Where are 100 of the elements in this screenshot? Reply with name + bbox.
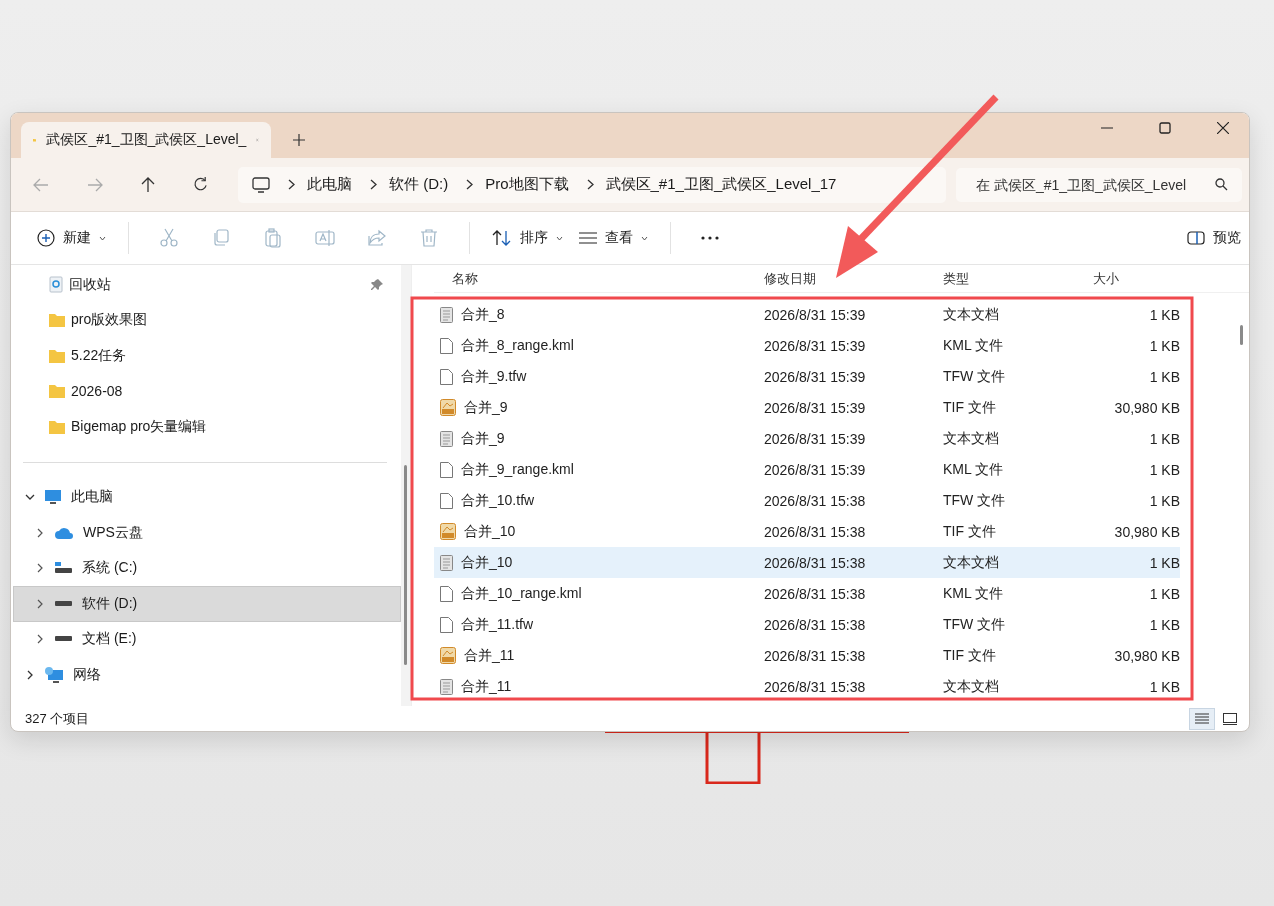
- network-icon: [45, 666, 63, 683]
- search-field[interactable]: 在 武侯区_#1_卫图_武侯区_Level: [956, 167, 1242, 202]
- tree-item[interactable]: 网络: [11, 657, 401, 693]
- document-icon: [440, 554, 453, 571]
- tree-item[interactable]: WPS云盘: [11, 515, 401, 551]
- breadcrumb[interactable]: 武侯区_#1_卫图_武侯区_Level_17: [605, 175, 837, 194]
- sidebar-item[interactable]: 回收站: [11, 267, 401, 303]
- type-cell-text: 文本文档: [943, 553, 1000, 572]
- column-header[interactable]: 名称: [434, 269, 764, 288]
- breadcrumb[interactable]: 此电脑: [307, 175, 352, 194]
- new-tab-icon[interactable]: [293, 134, 305, 146]
- file-icon: [440, 461, 453, 478]
- file-row[interactable]: 合并_9.tfw 2026/8/31 15:39 TFW 文件 1 KB: [434, 361, 1180, 392]
- type-cell-text: KML 文件: [943, 460, 1005, 479]
- file-row[interactable]: 合并_9 2026/8/31 15:39 TIF 文件 30,980 KB: [434, 392, 1180, 423]
- file-row[interactable]: 合并_10.tfw 2026/8/31 15:38 TFW 文件 1 KB: [434, 485, 1180, 516]
- file-name: 合并_9: [461, 429, 505, 448]
- folder-icon: [49, 348, 65, 363]
- file-row[interactable]: 合并_9_range.kml 2026/8/31 15:39 KML 文件 1 KB: [434, 454, 1180, 485]
- file-name: 合并_11: [461, 677, 512, 696]
- file-row[interactable]: 合并_9 2026/8/31 15:39 文本文档 1 KB: [434, 423, 1180, 454]
- date-cell-text: 2026/8/31 15:38: [764, 647, 867, 664]
- sidebar-item[interactable]: Bigemap pro矢量编辑: [11, 409, 401, 445]
- breadcrumb[interactable]: 软件 (D:): [389, 175, 449, 194]
- chevron-icon: [288, 179, 295, 190]
- file-row[interactable]: 合并_8_range.kml 2026/8/31 15:39 KML 文件 1 KB: [434, 330, 1180, 361]
- file-icon: [440, 616, 453, 633]
- view-button[interactable]: 查看: [571, 223, 656, 253]
- column-header[interactable]: 大小: [1093, 269, 1180, 288]
- scrollbar-thumb[interactable]: [1240, 325, 1243, 345]
- file-name: 合并_8_range.kml: [461, 336, 574, 355]
- file-row[interactable]: 合并_10 2026/8/31 15:38 TIF 文件 30,980 KB: [434, 516, 1180, 547]
- size-cell-text: 1 KB: [1148, 368, 1180, 385]
- maximize-icon[interactable]: [1159, 122, 1171, 134]
- drive-icon: [55, 562, 72, 575]
- date-cell-text: 2026/8/31 15:39: [764, 461, 867, 478]
- date-cell-text: 2026/8/31 15:39: [764, 368, 867, 385]
- file-row[interactable]: 合并_10_range.kml 2026/8/31 15:38 KML 文件 1 KB: [434, 578, 1180, 609]
- type-cell-text: KML 文件: [943, 336, 1005, 355]
- date-cell-text: 2026/8/31 15:38: [764, 523, 867, 540]
- size-cell-text: 30,980 KB: [1113, 647, 1180, 664]
- type-cell-text: TFW 文件: [943, 367, 1007, 386]
- breadcrumb[interactable]: Pro地图下载: [485, 175, 569, 194]
- file-row[interactable]: 合并_11 2026/8/31 15:38 文本文档 1 KB: [434, 671, 1180, 702]
- size-cell-text: 1 KB: [1148, 585, 1180, 602]
- chevron-icon[interactable]: [35, 527, 45, 538]
- window-tab[interactable]: 武侯区_#1_卫图_武侯区_Level_: [21, 122, 271, 158]
- folder-icon: [49, 419, 65, 434]
- scrollbar-thumb[interactable]: [404, 465, 407, 665]
- column-header[interactable]: 类型: [943, 269, 1093, 288]
- refresh-icon[interactable]: [193, 177, 208, 192]
- chevron-icon[interactable]: [25, 669, 35, 680]
- up-icon[interactable]: [141, 176, 155, 193]
- caret-icon: [641, 235, 648, 241]
- file-name: 合并_9_range.kml: [461, 460, 574, 479]
- type-cell-text: 文本文档: [943, 305, 1000, 324]
- sidebar-item[interactable]: pro版效果图: [11, 302, 401, 338]
- folder-icon: [49, 313, 65, 328]
- file-icon: [440, 492, 453, 509]
- file-name: 合并_9.tfw: [461, 367, 527, 386]
- date-cell-text: 2026/8/31 15:38: [764, 554, 867, 571]
- tree-item[interactable]: 此电脑: [11, 479, 401, 515]
- tree-item[interactable]: 系统 (C:): [11, 550, 401, 586]
- type-cell-text: TFW 文件: [943, 491, 1007, 510]
- close-icon[interactable]: [1217, 122, 1229, 134]
- date-cell-text: 2026/8/31 15:38: [764, 492, 867, 509]
- preview-button[interactable]: 预览: [1179, 223, 1249, 253]
- type-cell-text: TIF 文件: [943, 398, 997, 417]
- caret-icon: [99, 235, 106, 241]
- file-row[interactable]: 合并_11 2026/8/31 15:38 TIF 文件 30,980 KB: [434, 640, 1180, 671]
- date-cell-text: 2026/8/31 15:39: [764, 399, 867, 416]
- drive-icon: [55, 636, 72, 643]
- search-input[interactable]: 在 武侯区_#1_卫图_武侯区_Level: [974, 175, 1215, 194]
- file-icon: [440, 585, 453, 602]
- chevron-icon[interactable]: [35, 598, 45, 609]
- file-row[interactable]: 合并_8 2026/8/31 15:39 文本文档 1 KB: [434, 299, 1180, 330]
- column-header[interactable]: 修改日期: [764, 269, 943, 288]
- monitor-icon: [252, 176, 270, 193]
- address-bar[interactable]: 此电脑 软件 (D:) Pro地图下载 武侯区_#1_卫图_武侯区_Level_17: [238, 166, 946, 203]
- list-icon: [1195, 713, 1209, 724]
- sort-button[interactable]: 排序: [484, 223, 571, 253]
- file-row[interactable]: 合并_10 2026/8/31 15:38 文本文档 1 KB: [434, 547, 1180, 578]
- new-button[interactable]: 新建: [29, 223, 114, 253]
- folder-icon: [49, 384, 65, 399]
- file-name: 合并_11.tfw: [461, 615, 534, 634]
- more-icon[interactable]: [701, 236, 719, 240]
- chevron-icon[interactable]: [35, 634, 45, 645]
- date-cell-text: 2026/8/31 15:39: [764, 306, 867, 323]
- lines-icon: [579, 232, 597, 244]
- file-row[interactable]: 合并_11.tfw 2026/8/31 15:38 TFW 文件 1 KB: [434, 609, 1180, 640]
- chevron-icon[interactable]: [35, 563, 45, 574]
- size-cell-text: 1 KB: [1148, 306, 1180, 323]
- file-icon: [440, 368, 453, 385]
- sidebar-item[interactable]: 2026-08: [11, 373, 401, 409]
- tree-item[interactable]: 文档 (E:): [11, 621, 401, 657]
- size-cell-text: 1 KB: [1148, 337, 1180, 354]
- date-cell-text: 2026/8/31 15:38: [764, 616, 867, 633]
- sidebar-item[interactable]: 5.22任务: [11, 338, 401, 374]
- type-cell-text: KML 文件: [943, 584, 1005, 603]
- tree-item[interactable]: 软件 (D:): [13, 586, 401, 622]
